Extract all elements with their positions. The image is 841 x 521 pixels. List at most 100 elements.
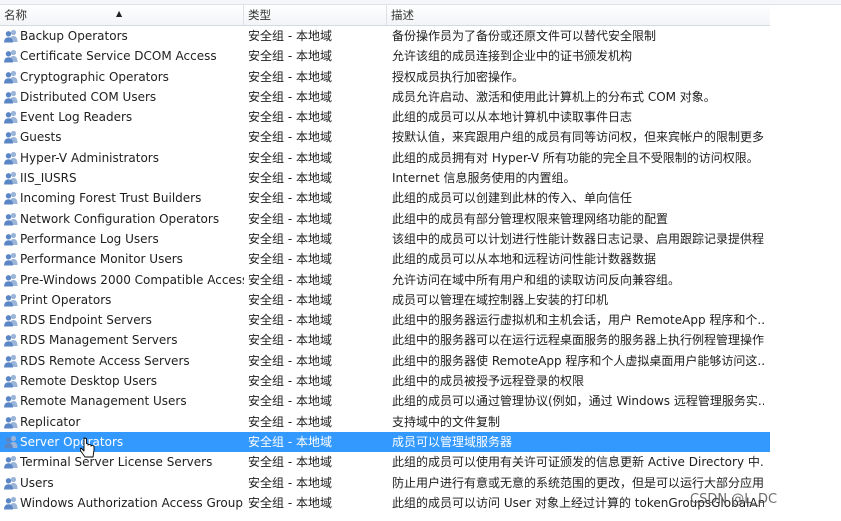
group-icon xyxy=(4,232,18,246)
group-name: Replicator xyxy=(20,414,81,429)
table-row[interactable]: Replicator 安全组 - 本地域 支持域中的文件复制 xyxy=(0,412,770,432)
group-name: Hyper-V Administrators xyxy=(20,150,159,165)
group-type: 安全组 - 本地域 xyxy=(248,434,332,449)
table-row[interactable]: Guests 安全组 - 本地域 按默认值，来宾跟用户组的成员有同等访问权，但来宾帐… xyxy=(0,127,770,147)
group-icon xyxy=(4,171,18,185)
group-type: 安全组 - 本地域 xyxy=(248,110,332,125)
group-icon xyxy=(4,334,18,347)
table-row[interactable]: Incoming Forest Trust Builders 安全组 - 本地域 此… xyxy=(0,188,770,208)
group-type: 安全组 - 本地域 xyxy=(248,272,332,287)
group-description: 授权成员执行加密操作。 xyxy=(392,69,525,84)
group-description: 此组中的成员有部分管理权限来管理网络功能的配置 xyxy=(392,211,669,226)
table-row[interactable]: Performance Log Users 安全组 - 本地域 该组中的成员可以计划… xyxy=(0,229,770,249)
group-description: 成员可以管理域服务器 xyxy=(392,434,513,449)
group-description: 此组中的服务器可以在运行远程桌面服务的服务器上执行例程管理操作... xyxy=(392,333,764,348)
group-name: Remote Management Users xyxy=(20,394,187,409)
table-row[interactable]: Hyper-V Administrators 安全组 - 本地域 此组的成员拥有对 … xyxy=(0,148,770,168)
group-description: 支持域中的文件复制 xyxy=(392,414,501,429)
group-name: Pre-Windows 2000 Compatible Access xyxy=(20,272,244,287)
group-icon xyxy=(4,435,18,449)
group-name: RDS Management Servers xyxy=(20,333,178,348)
table-row[interactable]: Print Operators 安全组 - 本地域 成员可以管理在域控制器上安装的打… xyxy=(0,290,770,310)
group-name: Backup Operators xyxy=(20,29,128,43)
group-icon xyxy=(4,314,18,327)
group-icon xyxy=(4,131,18,144)
table-row[interactable]: Users 安全组 - 本地域 防止用户进行有意或无意的系统范围的更改，但是可以运行… xyxy=(0,473,770,493)
group-type: 安全组 - 本地域 xyxy=(248,130,332,145)
column-header-type[interactable]: 类型 xyxy=(243,5,386,25)
group-icon xyxy=(4,70,18,84)
group-name: Certificate Service DCOM Access xyxy=(20,49,217,64)
table-row[interactable]: Performance Monitor Users 安全组 - 本地域 此组的成员可… xyxy=(0,249,770,269)
table-row[interactable]: Certificate Service DCOM Access 安全组 - 本地域… xyxy=(0,46,770,66)
group-icon xyxy=(4,50,18,63)
table-row[interactable]: Windows Authorization Access Group 安全组 - … xyxy=(0,493,770,513)
group-description: 此组中的成员被授予远程登录的权限 xyxy=(392,374,585,389)
group-name: Event Log Readers xyxy=(20,110,133,125)
table-row[interactable]: RDS Remote Access Servers 安全组 - 本地域 此组中的服务… xyxy=(0,351,770,371)
group-type: 安全组 - 本地域 xyxy=(248,313,332,328)
group-name: Terminal Server License Servers xyxy=(20,455,213,470)
group-type: 安全组 - 本地域 xyxy=(248,69,332,84)
column-header-description[interactable]: 描述 xyxy=(386,5,770,25)
group-name: Incoming Forest Trust Builders xyxy=(20,191,202,206)
group-name: RDS Endpoint Servers xyxy=(20,313,152,328)
group-icon xyxy=(4,151,18,165)
group-name: Distributed COM Users xyxy=(20,89,157,104)
table-row[interactable]: IIS_IUSRS 安全组 - 本地域 Internet 信息服务使用的内置组。 xyxy=(0,168,770,188)
group-type: 安全组 - 本地域 xyxy=(248,150,332,165)
group-name: Remote Desktop Users xyxy=(20,374,158,389)
group-description: 此组中的服务器运行虚拟机和主机会话，用户 RemoteApp 程序和个... xyxy=(392,313,764,328)
group-icon xyxy=(4,90,18,104)
table-row[interactable]: Remote Management Users 安全组 - 本地域 此组的成员可以通… xyxy=(0,391,770,411)
table-row[interactable]: Remote Desktop Users 安全组 - 本地域 此组中的成员被授予远程… xyxy=(0,371,770,391)
group-type: 安全组 - 本地域 xyxy=(248,171,332,186)
group-name: Users xyxy=(20,475,54,490)
group-name: IIS_IUSRS xyxy=(20,171,77,186)
group-description: 备份操作员为了备份或还原文件可以替代安全限制 xyxy=(392,29,657,43)
group-icon xyxy=(4,273,18,287)
group-type: 安全组 - 本地域 xyxy=(248,374,332,389)
sort-ascending-icon: ▲ xyxy=(116,9,123,18)
group-name: Performance Monitor Users xyxy=(20,252,183,267)
table-row[interactable]: RDS Management Servers 安全组 - 本地域 此组中的服务器可以… xyxy=(0,330,770,350)
column-header-bar: 名称 ▲ 类型 描述 xyxy=(0,5,770,26)
table-row[interactable]: Backup Operators 安全组 - 本地域 备份操作员为了备份或还原文件可… xyxy=(0,26,770,46)
column-header-name[interactable]: 名称 ▲ xyxy=(0,5,243,25)
group-type: 安全组 - 本地域 xyxy=(248,211,332,226)
group-icon xyxy=(4,293,18,307)
group-description: 此组的成员可以从本地计算机中读取事件日志 xyxy=(392,110,633,125)
group-type: 安全组 - 本地域 xyxy=(248,29,332,43)
table-row[interactable]: RDS Endpoint Servers 安全组 - 本地域 此组中的服务器运行虚拟… xyxy=(0,310,770,330)
group-description: 防止用户进行有意或无意的系统范围的更改，但是可以运行大部分应用... xyxy=(392,475,764,490)
group-name: Windows Authorization Access Group xyxy=(20,495,243,510)
group-icon xyxy=(4,192,18,205)
table-row[interactable]: Distributed COM Users 安全组 - 本地域 成员允许启动、激活和… xyxy=(0,87,770,107)
group-name: Guests xyxy=(20,130,62,145)
group-type: 安全组 - 本地域 xyxy=(248,333,332,348)
group-name: Cryptographic Operators xyxy=(20,69,169,84)
table-row[interactable]: Terminal Server License Servers 安全组 - 本地域… xyxy=(0,452,770,472)
group-name: Print Operators xyxy=(20,292,112,307)
table-row[interactable]: Event Log Readers 安全组 - 本地域 此组的成员可以从本地计算机中… xyxy=(0,107,770,127)
group-description: 此组的成员可以通过管理协议(例如，通过 Windows 远程管理服务实... xyxy=(392,394,764,409)
group-type: 安全组 - 本地域 xyxy=(248,495,332,510)
group-description: 按默认值，来宾跟用户组的成员有同等访问权，但来宾帐户的限制更多 xyxy=(392,130,764,145)
group-icon xyxy=(4,29,18,43)
group-name: Server Operators xyxy=(20,434,124,449)
group-icon xyxy=(4,395,18,408)
group-description: 此组的成员可以创建到此林的传入、单向信任 xyxy=(392,191,633,206)
group-icon xyxy=(4,496,18,510)
group-icon xyxy=(4,111,18,124)
group-icon xyxy=(4,476,18,490)
mouse-pointer-icon xyxy=(80,437,95,458)
group-type: 安全组 - 本地域 xyxy=(248,191,332,206)
table-row[interactable]: Network Configuration Operators 安全组 - 本地域… xyxy=(0,209,770,229)
group-icon xyxy=(4,456,18,469)
table-row[interactable]: Cryptographic Operators 安全组 - 本地域 授权成员执行加密… xyxy=(0,67,770,87)
group-type: 安全组 - 本地域 xyxy=(248,231,332,246)
table-row[interactable]: Server Operators 安全组 - 本地域 成员可以管理域服务器 xyxy=(0,431,770,453)
table-row[interactable]: Pre-Windows 2000 Compatible Access 安全组 - … xyxy=(0,270,770,290)
group-description: 允许访问在域中所有用户和组的读取访问反向兼容组。 xyxy=(392,272,681,287)
group-description: 此组中的服务器使 RemoteApp 程序和个人虚拟桌面用户能够访问这... xyxy=(392,353,764,368)
